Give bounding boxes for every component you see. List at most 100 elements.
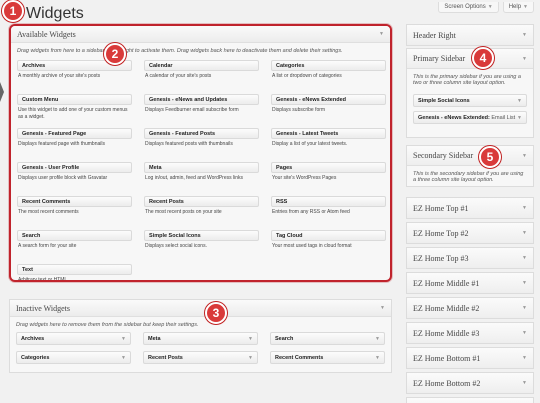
inactive-widget-recent-comments[interactable]: Recent Comments ▼	[270, 351, 385, 364]
sidebar-ez-home-top-1[interactable]: EZ Home Top #1 ▼	[406, 197, 534, 219]
widget-genesis-featured-posts[interactable]: Genesis - Featured Posts Displays feature…	[144, 126, 259, 160]
widget-title-bar[interactable]: Simple Social Icons	[144, 230, 259, 241]
widget-title-bar[interactable]: Recent Comments	[17, 196, 132, 207]
inactive-widget-search[interactable]: Search ▼	[270, 332, 385, 345]
help-tab[interactable]: Help ▼	[502, 2, 534, 13]
sidebar-ez-home-middle-2[interactable]: EZ Home Middle #2 ▼	[406, 297, 534, 319]
sidebar-header-right-header[interactable]: Header Right ▼	[407, 25, 533, 45]
inactive-widget-meta[interactable]: Meta ▼	[143, 332, 258, 345]
widget-title-bar[interactable]: Genesis - Featured Posts	[144, 128, 259, 139]
widget-description: A list or dropdown of categories	[272, 73, 342, 79]
chevron-down-icon[interactable]: ▼	[121, 355, 126, 361]
sidebar-title: EZ Home Bottom #1	[413, 353, 481, 363]
sidebar-header[interactable]: EZ Home Bottom #3▼	[407, 398, 533, 403]
sidebar-header[interactable]: EZ Home Bottom #1 ▼	[407, 348, 533, 368]
chevron-down-icon[interactable]: ▼	[522, 380, 527, 386]
available-widgets-header[interactable]: Available Widgets ▼	[11, 26, 390, 43]
sidebar-widget-enews-extended[interactable]: Genesis - eNews Extended: Email List ▼	[413, 111, 527, 124]
sidebar-ez-home-bottom-2[interactable]: EZ Home Bottom #2 ▼	[406, 372, 534, 394]
widget-title-bar[interactable]: Categories	[271, 60, 386, 71]
chevron-down-icon[interactable]: ▼	[522, 330, 527, 336]
chevron-down-icon[interactable]: ▼	[380, 305, 385, 311]
widget-title-bar[interactable]: Pages	[271, 162, 386, 173]
widget-title-bar[interactable]: Meta	[144, 162, 259, 173]
chevron-down-icon[interactable]: ▼	[121, 336, 126, 342]
widget-recent-comments[interactable]: Recent Comments The most recent comments	[17, 194, 132, 228]
callout-4: 4	[472, 47, 494, 69]
widget-tag-cloud[interactable]: Tag Cloud Your most used tags in cloud fo…	[271, 228, 386, 262]
widget-title-bar[interactable]: Tag Cloud	[271, 230, 386, 241]
sidebar-secondary[interactable]: Secondary Sidebar ▼ This is the secondar…	[406, 145, 534, 187]
chevron-down-icon[interactable]: ▼	[522, 56, 527, 62]
chevron-down-icon[interactable]: ▼	[522, 305, 527, 311]
widget-text[interactable]: Text Arbitrary text or HTML	[17, 262, 132, 280]
widget-categories[interactable]: Categories A list or dropdown of categori…	[271, 58, 386, 92]
chevron-down-icon[interactable]: ▼	[517, 98, 522, 104]
chevron-down-icon[interactable]: ▼	[522, 280, 527, 286]
chevron-down-icon[interactable]: ▼	[375, 355, 380, 361]
widget-title-bar[interactable]: Calendar	[144, 60, 259, 71]
sidebar-ez-home-bottom-1[interactable]: EZ Home Bottom #1 ▼	[406, 347, 534, 369]
screen-meta-links: Screen Options ▼ Help ▼	[438, 2, 534, 13]
widget-title-bar[interactable]: RSS	[271, 196, 386, 207]
widget-description: Displays featured posts with thumbnails	[145, 141, 233, 147]
screen-options-tab[interactable]: Screen Options ▼	[438, 2, 499, 13]
widget-custom-menu[interactable]: Custom Menu Use this widget to add one of…	[17, 92, 132, 126]
sidebar-header[interactable]: EZ Home Bottom #2 ▼	[407, 373, 533, 393]
inactive-widgets-description: Drag widgets here to remove them from th…	[16, 322, 199, 328]
chevron-down-icon[interactable]: ▼	[522, 153, 527, 159]
widget-simple-social-icons[interactable]: Simple Social Icons Displays select socia…	[144, 228, 259, 262]
chevron-down-icon[interactable]: ▼	[522, 230, 527, 236]
chevron-down-icon[interactable]: ▼	[375, 336, 380, 342]
widget-genesis-user-profile[interactable]: Genesis - User Profile Displays user prof…	[17, 160, 132, 194]
widget-title-bar[interactable]: Genesis - User Profile	[17, 162, 132, 173]
widget-genesis-featured-page[interactable]: Genesis - Featured Page Displays featured…	[17, 126, 132, 160]
widget-recent-posts[interactable]: Recent Posts The most recent posts on you…	[144, 194, 259, 228]
widget-title-bar[interactable]: Genesis - Latest Tweets	[271, 128, 386, 139]
widget-genesis-enews-and-updates[interactable]: Genesis - eNews and Updates Displays Feed…	[144, 92, 259, 126]
widget-description: The most recent posts on your site	[145, 209, 222, 215]
widget-rss[interactable]: RSS Entries from any RSS or Atom feed	[271, 194, 386, 228]
sidebar-primary-header[interactable]: Primary Sidebar ▼	[407, 49, 533, 69]
chevron-down-icon[interactable]: ▼	[522, 205, 527, 211]
widget-title-bar[interactable]: Text	[17, 264, 132, 275]
sidebar-header[interactable]: EZ Home Middle #1 ▼	[407, 273, 533, 293]
sidebar-ez-home-top-3[interactable]: EZ Home Top #3 ▼	[406, 247, 534, 269]
chevron-down-icon[interactable]: ▼	[379, 31, 384, 37]
chevron-down-icon[interactable]: ▼	[522, 255, 527, 261]
chevron-down-icon[interactable]: ▼	[517, 115, 522, 121]
widget-title-bar[interactable]: Genesis - eNews and Updates	[144, 94, 259, 105]
widget-search[interactable]: Search A search form for your site	[17, 228, 132, 262]
chevron-down-icon[interactable]: ▼	[248, 355, 253, 361]
sidebar-primary[interactable]: Primary Sidebar ▼ This is the primary si…	[406, 48, 534, 138]
inactive-widgets-header[interactable]: Inactive Widgets ▼	[10, 300, 391, 317]
chevron-down-icon[interactable]: ▼	[522, 32, 527, 38]
widget-title-bar[interactable]: Recent Posts	[144, 196, 259, 207]
widget-title-bar[interactable]: Genesis - eNews Extended	[271, 94, 386, 105]
sidebar-secondary-header[interactable]: Secondary Sidebar ▼	[407, 146, 533, 166]
sidebar-header[interactable]: EZ Home Top #1 ▼	[407, 198, 533, 218]
widget-genesis-latest-tweets[interactable]: Genesis - Latest Tweets Display a list of…	[271, 126, 386, 160]
sidebar-ez-home-top-2[interactable]: EZ Home Top #2 ▼	[406, 222, 534, 244]
widget-title-bar[interactable]: Genesis - Featured Page	[17, 128, 132, 139]
inactive-widget-categories[interactable]: Categories ▼	[16, 351, 131, 364]
sidebar-ez-home-bottom-3[interactable]: EZ Home Bottom #3▼	[406, 397, 534, 403]
sidebar-header[interactable]: EZ Home Middle #2 ▼	[407, 298, 533, 318]
widget-pages[interactable]: Pages Your site's WordPress Pages	[271, 160, 386, 194]
sidebar-header[interactable]: EZ Home Top #2 ▼	[407, 223, 533, 243]
inactive-widget-archives[interactable]: Archives ▼	[16, 332, 131, 345]
widget-meta[interactable]: Meta Log in/out, admin, feed and WordPres…	[144, 160, 259, 194]
widget-genesis-enews-extended[interactable]: Genesis - eNews Extended Displays subscri…	[271, 92, 386, 126]
inactive-widget-recent-posts[interactable]: Recent Posts ▼	[143, 351, 258, 364]
sidebar-header[interactable]: EZ Home Middle #3 ▼	[407, 323, 533, 343]
widget-calendar[interactable]: Calendar A calendar of your site's posts	[144, 58, 259, 92]
sidebar-ez-home-middle-1[interactable]: EZ Home Middle #1 ▼	[406, 272, 534, 294]
chevron-down-icon[interactable]: ▼	[248, 336, 253, 342]
chevron-down-icon[interactable]: ▼	[522, 355, 527, 361]
sidebar-widget-simple-social-icons[interactable]: Simple Social Icons ▼	[413, 94, 527, 107]
widget-title-bar[interactable]: Custom Menu	[17, 94, 132, 105]
widget-title-bar[interactable]: Search	[17, 230, 132, 241]
sidebar-ez-home-middle-3[interactable]: EZ Home Middle #3 ▼	[406, 322, 534, 344]
sidebar-header[interactable]: EZ Home Top #3 ▼	[407, 248, 533, 268]
sidebar-header-right[interactable]: Header Right ▼	[406, 24, 534, 46]
